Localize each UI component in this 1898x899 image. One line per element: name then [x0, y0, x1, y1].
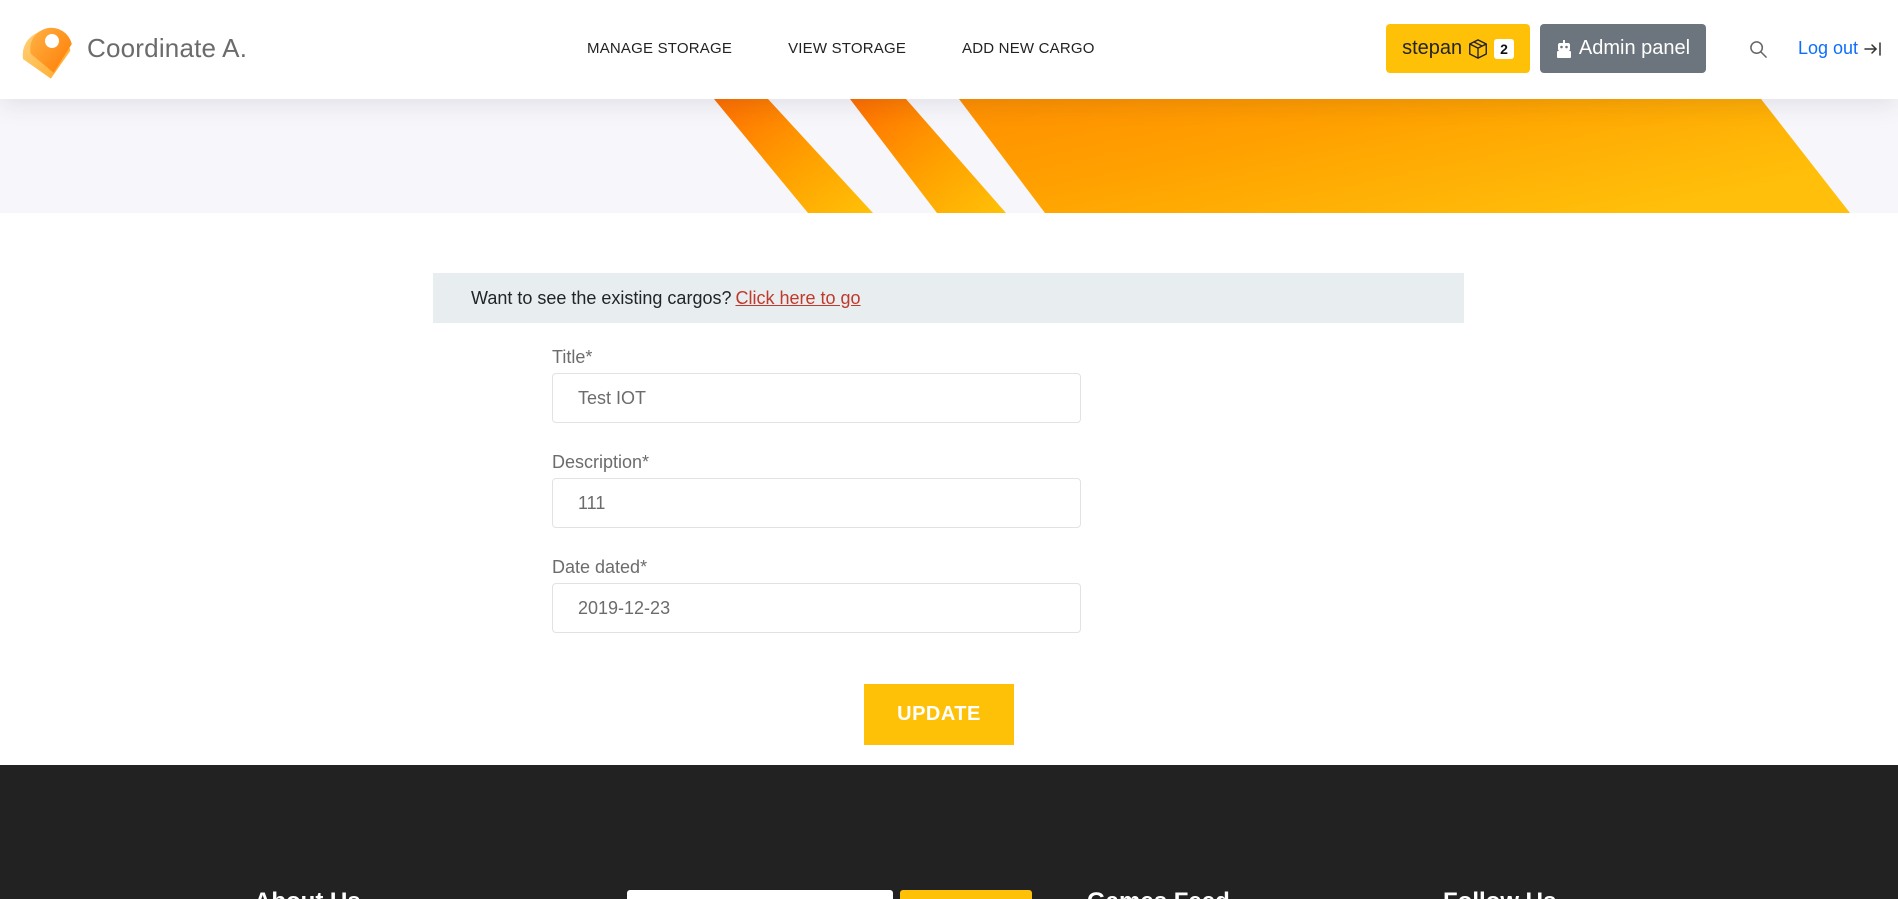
existing-cargos-notice: Want to see the existing cargos? Click h… [433, 273, 1464, 323]
newsletter-email-input[interactable] [627, 890, 893, 899]
existing-cargos-link[interactable]: Click here to go [735, 288, 860, 309]
logout-link[interactable]: Log out [1798, 38, 1883, 59]
nav-add-new-cargo[interactable]: ADD NEW CARGO [962, 40, 1095, 57]
nav-view-storage[interactable]: VIEW STORAGE [788, 40, 906, 57]
admin-panel-button[interactable]: Admin panel [1540, 24, 1706, 73]
title-label: Title* [552, 347, 593, 367]
logout-label: Log out [1798, 38, 1859, 58]
title-input[interactable] [552, 373, 1081, 423]
date-dated-label: Date dated* [552, 557, 648, 577]
logout-arrow-icon [1863, 39, 1883, 59]
notice-text: Want to see the existing cargos? [471, 287, 732, 308]
footer-games-feed-heading: Games Feed [1087, 888, 1230, 899]
description-label: Description* [552, 452, 650, 472]
site-footer: About Us Games Feed Follow Us [0, 765, 1898, 899]
decorative-stripes [714, 99, 1850, 213]
update-button[interactable]: UPDATE [864, 684, 1014, 745]
username: stepan [1402, 37, 1463, 59]
footer-follow-heading: Follow Us [1443, 888, 1556, 899]
main-nav: MANAGE STORAGE VIEW STORAGE ADD NEW CARG… [587, 40, 1095, 57]
admin-panel-label: Admin panel [1578, 37, 1691, 59]
search-icon[interactable] [1745, 36, 1771, 62]
box-icon [1467, 38, 1489, 60]
cart-count-badge: 2 [1494, 38, 1514, 59]
description-input[interactable] [552, 478, 1081, 528]
hero-banner [0, 99, 1898, 213]
logo-icon[interactable] [16, 17, 80, 81]
date-dated-input[interactable] [552, 583, 1081, 633]
user-cart-button[interactable]: stepan 2 [1386, 24, 1530, 73]
nav-manage-storage[interactable]: MANAGE STORAGE [587, 40, 732, 57]
newsletter-subscribe-button[interactable] [900, 890, 1032, 899]
brand-name[interactable]: Coordinate A. [87, 33, 247, 64]
robot-icon [1556, 39, 1572, 58]
site-header: Coordinate A. MANAGE STORAGE VIEW STORAG… [0, 0, 1898, 99]
footer-about-heading: About Us [254, 888, 361, 899]
